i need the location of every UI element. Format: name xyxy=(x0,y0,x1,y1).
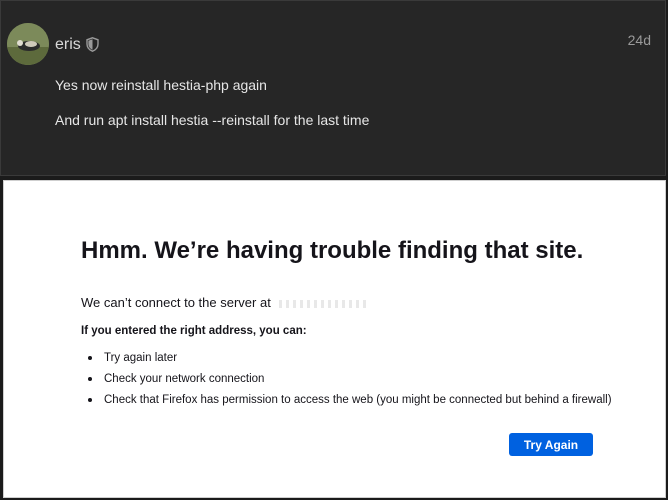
browser-error-page: Hmm. We’re having trouble finding that s… xyxy=(3,180,666,498)
try-again-button[interactable]: Try Again xyxy=(509,433,593,456)
post-text-line: Yes now reinstall hestia-php again xyxy=(55,77,267,93)
suggestion-item: Try again later xyxy=(88,351,612,372)
error-description: We can’t connect to the server at xyxy=(81,295,369,310)
forum-post: eris 24d Yes now reinstall hestia-php ag… xyxy=(0,0,666,176)
post-text-line: And run apt install hestia --reinstall f… xyxy=(55,112,370,128)
suggestion-item: Check your network connection xyxy=(88,372,612,393)
suggestion-item: Check that Firefox has permission to acc… xyxy=(88,393,612,414)
avatar-image xyxy=(7,23,49,65)
redacted-server-address xyxy=(278,299,369,308)
avatar[interactable] xyxy=(7,23,49,65)
suggestions-list: Try again later Check your network conne… xyxy=(88,351,612,414)
error-title: Hmm. We’re having trouble finding that s… xyxy=(81,237,584,264)
suggestions-heading: If you entered the right address, you ca… xyxy=(81,325,307,337)
username[interactable]: eris xyxy=(55,36,81,54)
error-description-text: We can’t connect to the server at xyxy=(81,295,271,310)
shield-icon xyxy=(86,37,99,52)
post-age[interactable]: 24d xyxy=(628,32,651,48)
